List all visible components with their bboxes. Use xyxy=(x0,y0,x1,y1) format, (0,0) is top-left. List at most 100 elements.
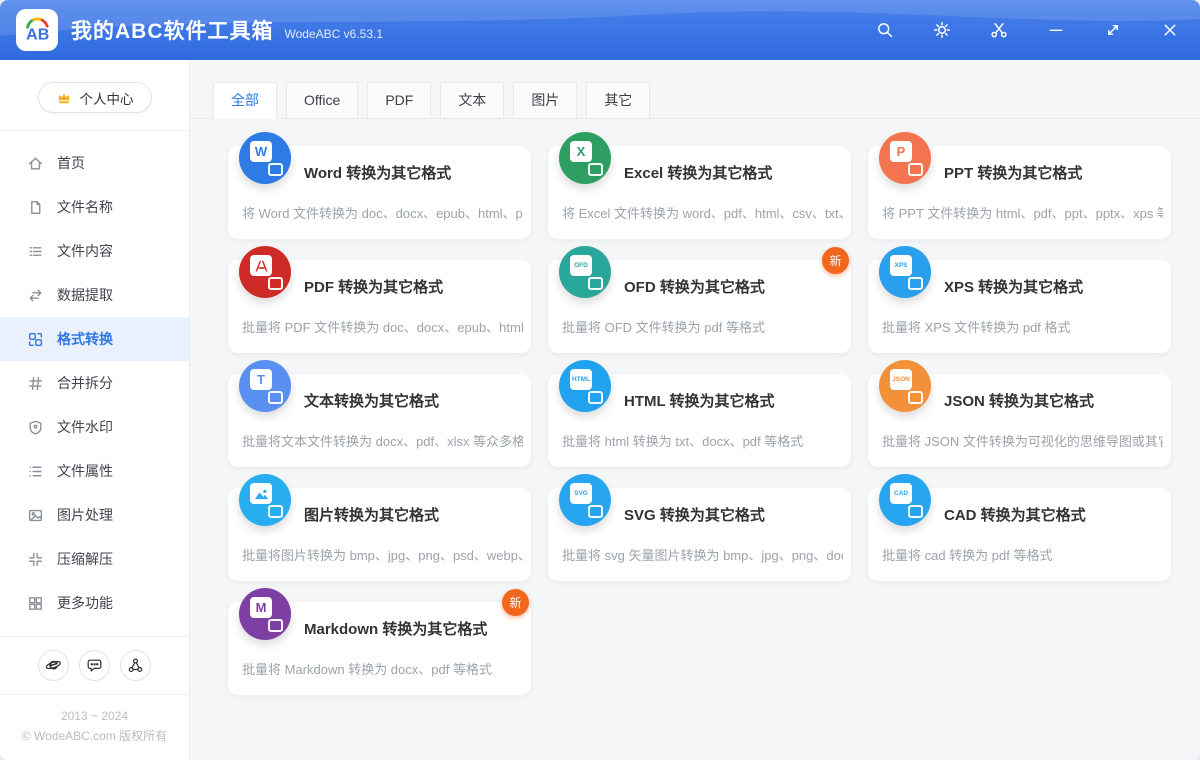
tab-2[interactable]: PDF xyxy=(367,82,432,119)
file-name-icon xyxy=(27,199,44,216)
tool-card-json[interactable]: JSON JSON 转换为其它格式 批量将 JSON 文件转换为可视化的思维导图… xyxy=(868,360,1171,467)
format-chip: JSON xyxy=(890,369,912,390)
sidebar-item-image-process[interactable]: 图片处理 xyxy=(0,493,189,537)
sidebar-item-label: 图片处理 xyxy=(57,507,113,523)
copyright: 2013 ~ 2024 © WodeABC.com 版权所有 xyxy=(0,695,189,760)
sidebar: 个人中心 首页 文件名称 文件内容 数据提取 格式转换 合并拆分 文件水印 文件… xyxy=(0,60,190,760)
tool-icon: X xyxy=(559,132,611,184)
card-desc: 将 Excel 文件转换为 word、pdf、html、csv、txt、s xyxy=(562,206,843,221)
file-props-icon xyxy=(27,463,44,480)
format-convert-icon xyxy=(27,331,44,348)
sidebar-item-file-content[interactable]: 文件内容 xyxy=(0,229,189,273)
app-logo: AB xyxy=(16,9,58,51)
close-icon[interactable] xyxy=(1160,20,1180,40)
tool-card-pdf[interactable]: PDF 转换为其它格式 批量将 PDF 文件转换为 doc、docx、epub、… xyxy=(228,246,531,353)
convert-target-chip xyxy=(268,163,283,176)
card-desc: 批量将 OFD 文件转换为 pdf 等格式 xyxy=(562,320,765,335)
format-chip: W xyxy=(250,141,272,162)
sidebar-item-data-extract[interactable]: 数据提取 xyxy=(0,273,189,317)
quick-links xyxy=(0,636,189,695)
card-desc: 将 Word 文件转换为 doc、docx、epub、html、pd xyxy=(242,206,523,221)
sidebar-item-watermark[interactable]: 文件水印 xyxy=(0,405,189,449)
card-title: Markdown 转换为其它格式 xyxy=(304,621,488,638)
sidebar-item-label: 首页 xyxy=(57,155,85,171)
merge-split-icon xyxy=(27,375,44,392)
sidebar-item-compress[interactable]: 压缩解压 xyxy=(0,537,189,581)
tool-card-text[interactable]: T 文本转换为其它格式 批量将文本文件转换为 docx、pdf、xlsx 等众多… xyxy=(228,360,531,467)
convert-target-chip xyxy=(588,277,603,290)
format-chip: T xyxy=(250,369,272,390)
app-title: 我的ABC软件工具箱 xyxy=(71,20,274,43)
watermark-icon xyxy=(27,419,44,436)
card-title: 文本转换为其它格式 xyxy=(304,393,440,410)
sidebar-item-label: 文件属性 xyxy=(57,463,113,479)
format-chip: OFD xyxy=(570,255,592,276)
tab-4[interactable]: 图片 xyxy=(513,82,578,119)
ab-logo-icon: AB xyxy=(26,17,49,43)
tab-5[interactable]: 其它 xyxy=(586,82,651,119)
search-icon[interactable] xyxy=(875,20,895,40)
card-title: Word 转换为其它格式 xyxy=(304,165,452,182)
sidebar-item-file-name[interactable]: 文件名称 xyxy=(0,185,189,229)
tab-0[interactable]: 全部 xyxy=(213,82,277,119)
tool-icon: M xyxy=(239,588,291,640)
home-icon xyxy=(27,155,44,172)
sidebar-item-label: 文件内容 xyxy=(57,243,113,259)
file-content-icon xyxy=(27,243,44,260)
card-title: Excel 转换为其它格式 xyxy=(624,165,773,182)
chat-bubble-icon[interactable] xyxy=(79,650,110,681)
sidebar-item-home[interactable]: 首页 xyxy=(0,141,189,185)
sidebar-item-merge-split[interactable]: 合并拆分 xyxy=(0,361,189,405)
ie-browser-icon[interactable] xyxy=(38,650,69,681)
format-chip: XPS xyxy=(890,255,912,276)
window-controls xyxy=(875,20,1180,40)
sidebar-menu: 首页 文件名称 文件内容 数据提取 格式转换 合并拆分 文件水印 文件属性 图片… xyxy=(0,141,189,625)
card-title: JSON 转换为其它格式 xyxy=(944,393,1095,410)
card-title: HTML 转换为其它格式 xyxy=(624,393,775,410)
tool-card-svg[interactable]: SVG SVG 转换为其它格式 批量将 svg 矢量图片转换为 bmp、jpg、… xyxy=(548,474,851,581)
tab-1[interactable]: Office xyxy=(286,82,359,119)
convert-target-chip xyxy=(908,391,923,404)
tool-cards-grid: W Word 转换为其它格式 将 Word 文件转换为 doc、docx、epu… xyxy=(228,132,1171,695)
tool-card-word[interactable]: W Word 转换为其它格式 将 Word 文件转换为 doc、docx、epu… xyxy=(228,132,531,239)
tool-card-cad[interactable]: CAD CAD 转换为其它格式 批量将 cad 转换为 pdf 等格式 新 xyxy=(868,474,1171,581)
compress-icon xyxy=(27,551,44,568)
tool-icon xyxy=(239,474,291,526)
settings-gear-icon[interactable] xyxy=(932,20,952,40)
convert-target-chip xyxy=(268,391,283,404)
format-chip: M xyxy=(250,597,272,618)
data-extract-icon xyxy=(27,287,44,304)
tool-icon: W xyxy=(239,132,291,184)
resize-icon[interactable] xyxy=(1103,20,1123,40)
tab-3[interactable]: 文本 xyxy=(440,82,505,119)
main-content: 全部 Office PDF 文本 图片 其它 W Word 转换为其它格式 将 Word … xyxy=(190,60,1200,760)
crown-icon xyxy=(57,93,70,104)
convert-target-chip xyxy=(588,391,603,404)
tool-card-xps[interactable]: XPS XPS 转换为其它格式 批量将 XPS 文件转换为 pdf 格式 新 xyxy=(868,246,1171,353)
card-desc: 批量将 cad 转换为 pdf 等格式 xyxy=(882,548,1053,563)
category-tabs: 全部 Office PDF 文本 图片 其它 xyxy=(190,82,1200,119)
share-network-icon[interactable] xyxy=(120,650,151,681)
screenshot-scissors-icon[interactable] xyxy=(989,20,1009,40)
app-version: WodeABC v6.53.1 xyxy=(284,26,384,41)
sidebar-item-file-props[interactable]: 文件属性 xyxy=(0,449,189,493)
minimize-icon[interactable] xyxy=(1046,20,1066,40)
tool-card-markdown[interactable]: M Markdown 转换为其它格式 批量将 Markdown 转换为 docx… xyxy=(228,588,531,695)
tool-card-image[interactable]: 图片转换为其它格式 批量将图片转换为 bmp、jpg、png、psd、webp、… xyxy=(228,474,531,581)
tool-card-html[interactable]: HTML HTML 转换为其它格式 批量将 html 转换为 txt、docx、… xyxy=(548,360,851,467)
tool-icon: OFD xyxy=(559,246,611,298)
card-title: PPT 转换为其它格式 xyxy=(944,165,1083,182)
format-chip: X xyxy=(570,141,592,162)
sidebar-item-label: 数据提取 xyxy=(57,287,113,303)
tool-card-ppt[interactable]: P PPT 转换为其它格式 将 PPT 文件转换为 html、pdf、ppt、p… xyxy=(868,132,1171,239)
format-chip: CAD xyxy=(890,483,912,504)
tool-card-ofd[interactable]: OFD OFD 转换为其它格式 批量将 OFD 文件转换为 pdf 等格式 新 xyxy=(548,246,851,353)
profile-center-button[interactable]: 个人中心 xyxy=(37,82,152,113)
copyright-owner: © WodeABC.com 版权所有 xyxy=(21,729,168,743)
sidebar-item-more-features[interactable]: 更多功能 xyxy=(0,581,189,625)
sidebar-item-format-convert[interactable]: 格式转换 xyxy=(0,317,189,361)
tool-card-excel[interactable]: X Excel 转换为其它格式 将 Excel 文件转换为 word、pdf、h… xyxy=(548,132,851,239)
new-badge: 新 xyxy=(822,247,849,274)
tool-icon: JSON xyxy=(879,360,931,412)
card-title: SVG 转换为其它格式 xyxy=(624,507,765,524)
